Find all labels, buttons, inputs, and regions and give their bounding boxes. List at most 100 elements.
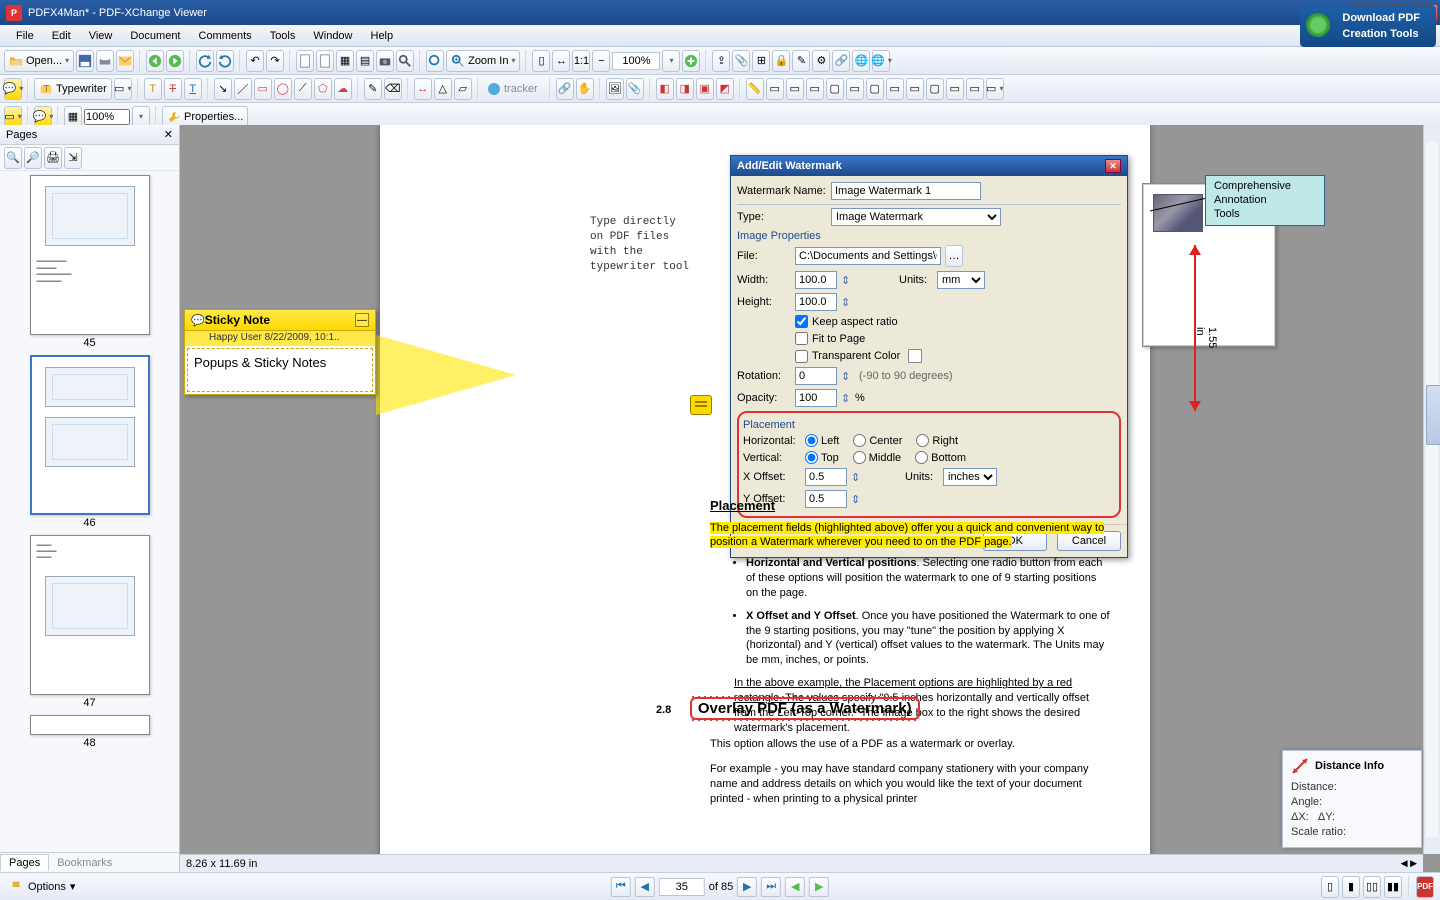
- rotation-field[interactable]: [795, 367, 837, 385]
- watermark-type-select[interactable]: Image Watermark: [831, 208, 1001, 226]
- zoom-loupe-button[interactable]: [426, 50, 444, 72]
- nav-fwd-small[interactable]: ▶: [809, 877, 829, 897]
- new-doc-button[interactable]: [296, 50, 314, 72]
- new-doc-button-2[interactable]: [316, 50, 334, 72]
- fit-width-button[interactable]: ↔: [552, 50, 570, 72]
- h-right-radio[interactable]: [916, 434, 929, 447]
- v-top-radio[interactable]: [805, 451, 818, 464]
- form-tool-dd[interactable]: ▭▾: [986, 78, 1004, 100]
- form-tool-11[interactable]: ▭: [966, 78, 984, 100]
- actual-size-button[interactable]: 1:1: [572, 50, 590, 72]
- search-button[interactable]: [396, 50, 414, 72]
- menu-view[interactable]: View: [81, 28, 121, 44]
- redo-button[interactable]: ↷: [266, 50, 284, 72]
- zoom-out-small-button[interactable]: −: [592, 50, 610, 72]
- thumb-zoom-in[interactable]: 🔎: [24, 147, 42, 169]
- menu-edit[interactable]: Edit: [44, 28, 79, 44]
- thumb-45[interactable]: ▬▬▬▬▬▬▬▬▬▬▬▬▬▬▬▬▬▬▬▬▬▬45: [30, 175, 150, 349]
- form-tool-9[interactable]: ▢: [926, 78, 944, 100]
- form-tool-7[interactable]: ▭: [886, 78, 904, 100]
- strikeout-button[interactable]: T: [164, 78, 182, 100]
- world-dd-button[interactable]: 🌐▾: [872, 50, 890, 72]
- fit-page-checkbox[interactable]: [795, 332, 808, 345]
- nav-back-button[interactable]: [146, 50, 164, 72]
- page-number-field[interactable]: [659, 878, 705, 896]
- undo-button[interactable]: ↶: [246, 50, 264, 72]
- area-tool-button[interactable]: ▱: [454, 78, 472, 100]
- arrow-tool-button[interactable]: ↘: [214, 78, 232, 100]
- form-tool-4[interactable]: ▢: [826, 78, 844, 100]
- form-tool-8[interactable]: ▭: [906, 78, 924, 100]
- export-button[interactable]: ⇪: [712, 50, 730, 72]
- form-tool-1[interactable]: ▭: [766, 78, 784, 100]
- red-tool-2[interactable]: ◨: [676, 78, 694, 100]
- document-viewer[interactable]: 💬 Sticky Note ― Happy User 8/22/2009, 10…: [180, 125, 1440, 872]
- form-tool-5[interactable]: ▭: [846, 78, 864, 100]
- properties-tool-button[interactable]: ⚙: [812, 50, 830, 72]
- print-button[interactable]: [96, 50, 114, 72]
- link-button[interactable]: 🔗: [832, 50, 850, 72]
- save-button[interactable]: [76, 50, 94, 72]
- pages-button[interactable]: ▦: [336, 50, 354, 72]
- eraser-tool-button[interactable]: ⌫: [384, 78, 402, 100]
- vertical-scrollbar[interactable]: [1423, 125, 1440, 854]
- watermark-name-field[interactable]: [831, 182, 981, 200]
- layout-cont[interactable]: ▮: [1342, 876, 1360, 898]
- zoom-plus-button[interactable]: [682, 50, 700, 72]
- rect-tool-button[interactable]: ▭: [254, 78, 272, 100]
- v-bot-radio[interactable]: [915, 451, 928, 464]
- opacity-field[interactable]: [795, 389, 837, 407]
- thumb-zoom-out[interactable]: 🔍: [4, 147, 22, 169]
- form-tool-3[interactable]: ▭: [806, 78, 824, 100]
- thumb-48[interactable]: 48: [30, 715, 150, 749]
- textbox-button[interactable]: ▭▾: [114, 78, 132, 100]
- layout-single[interactable]: ▯: [1321, 876, 1339, 898]
- nav-fwd-button[interactable]: [166, 50, 184, 72]
- dialog-close[interactable]: ✕: [1105, 159, 1121, 173]
- form-tool-10[interactable]: ▭: [946, 78, 964, 100]
- typewriter-button[interactable]: T Typewriter: [34, 78, 112, 100]
- side-tab-bookmarks[interactable]: Bookmarks: [49, 855, 120, 871]
- underline-button[interactable]: T: [184, 78, 202, 100]
- h-center-radio[interactable]: [853, 434, 866, 447]
- next-page-button[interactable]: ▶: [737, 877, 757, 897]
- rotate-cw-button[interactable]: [216, 50, 234, 72]
- red-tool-3[interactable]: ▣: [696, 78, 714, 100]
- menu-file[interactable]: File: [8, 28, 42, 44]
- width-field[interactable]: [795, 271, 837, 289]
- menu-tools[interactable]: Tools: [262, 28, 304, 44]
- menu-help[interactable]: Help: [363, 28, 402, 44]
- cloud-tool-button[interactable]: ☁: [334, 78, 352, 100]
- height-field[interactable]: [795, 293, 837, 311]
- security-button[interactable]: 🔒: [772, 50, 790, 72]
- options-button[interactable]: Options▾: [0, 880, 85, 894]
- rotate-ccw-button[interactable]: [196, 50, 214, 72]
- last-page-button[interactable]: ⏭: [761, 877, 781, 897]
- polygon-tool-button[interactable]: ⬠: [314, 78, 332, 100]
- transp-color-swatch[interactable]: [908, 349, 922, 363]
- thumb-47[interactable]: ▬▬▬▬▬▬▬▬▬▬47: [30, 535, 150, 709]
- web-button[interactable]: 🌐: [852, 50, 870, 72]
- thumb-export[interactable]: ⇲: [64, 147, 82, 169]
- menu-window[interactable]: Window: [305, 28, 360, 44]
- snapshot-button[interactable]: [376, 50, 394, 72]
- menu-document[interactable]: Document: [122, 28, 188, 44]
- fit-page-button[interactable]: ▯: [532, 50, 550, 72]
- offset-units-select[interactable]: inches: [943, 468, 997, 486]
- pages-two-button[interactable]: ▤: [356, 50, 374, 72]
- measure-ruler-button[interactable]: 📏: [746, 78, 764, 100]
- zoom-in-button[interactable]: Zoom In▾: [446, 50, 520, 72]
- file-attach-button[interactable]: 📎: [626, 78, 644, 100]
- polyline-tool-button[interactable]: ⟋: [294, 78, 312, 100]
- red-tool-4[interactable]: ◩: [716, 78, 734, 100]
- layout-cont-facing[interactable]: ▮▮: [1384, 876, 1402, 898]
- menu-comments[interactable]: Comments: [191, 28, 260, 44]
- red-tool-1[interactable]: ◧: [656, 78, 674, 100]
- line-tool-button[interactable]: ／: [234, 78, 252, 100]
- oval-tool-button[interactable]: ◯: [274, 78, 292, 100]
- file-field[interactable]: [795, 247, 941, 265]
- stamp-button[interactable]: ⊞: [752, 50, 770, 72]
- link-tool-button[interactable]: 🔗: [556, 78, 574, 100]
- side-tab-pages[interactable]: Pages: [0, 854, 49, 871]
- opacity-field[interactable]: [84, 109, 130, 125]
